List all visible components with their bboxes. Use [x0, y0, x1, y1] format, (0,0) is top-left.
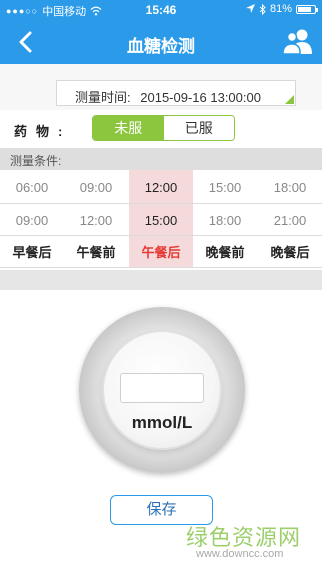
condition-start-time: 09:00	[79, 180, 113, 195]
medicine-option-not-taken[interactable]: 未服	[93, 116, 164, 140]
conditions-grid: 06:00 09:00 早餐后 09:00 12:00 午餐前 12:00 15…	[0, 170, 322, 268]
condition-name: 早餐后	[12, 245, 52, 260]
conditions-header: 测量条件:	[0, 148, 322, 170]
battery-fill	[298, 6, 311, 12]
condition-end-time: 09:00	[15, 213, 49, 228]
condition-name: 午餐前	[76, 245, 116, 260]
medicine-label: 药物:	[14, 124, 72, 139]
condition-name: 午餐后	[141, 245, 181, 260]
watermark-url: www.downcc.com	[196, 548, 284, 560]
measure-time-value: 2015-09-16 13:00:00	[140, 90, 261, 105]
condition-column[interactable]: 15:00 18:00 晚餐前	[193, 170, 257, 268]
condition-column-selected[interactable]: 12:00 15:00 午餐后	[129, 170, 193, 268]
bluetooth-icon	[259, 3, 266, 15]
condition-end-time: 12:00	[79, 213, 113, 228]
condition-end-time: 21:00	[273, 213, 307, 228]
condition-column[interactable]: 09:00 12:00 午餐前	[64, 170, 128, 268]
grid-divider	[0, 203, 322, 204]
measure-time-field[interactable]: 测量时间: 2015-09-16 13:00:00	[56, 80, 296, 106]
users-icon[interactable]	[282, 27, 314, 57]
section-separator	[0, 270, 322, 290]
glucose-value-input[interactable]	[120, 373, 204, 403]
measure-time-label: 测量时间:	[75, 90, 131, 105]
grid-divider	[0, 235, 322, 236]
status-bar: ●●●○○ 中国移动 15:46 81%	[0, 0, 322, 20]
watermark: 绿色资源网 www.downcc.com	[186, 520, 306, 566]
page-title: 血糖检测	[127, 37, 195, 56]
status-right: 81%	[245, 3, 318, 15]
condition-start-time: 15:00	[208, 180, 242, 195]
medicine-row: 药物: 未服 已服	[0, 110, 322, 146]
glucose-unit: mmol/L	[131, 413, 193, 432]
medicine-option-taken[interactable]: 已服	[163, 116, 234, 140]
grid-divider	[0, 267, 322, 268]
condition-end-time: 18:00	[208, 213, 242, 228]
condition-column[interactable]: 06:00 09:00 早餐后	[0, 170, 64, 268]
condition-column[interactable]: 18:00 21:00 晚餐后	[258, 170, 322, 268]
battery-percent: 81%	[269, 3, 292, 15]
condition-start-time: 12:00	[144, 180, 178, 195]
condition-name: 晚餐后	[270, 245, 310, 260]
location-icon	[245, 4, 255, 13]
measure-time-row: 测量时间: 2015-09-16 13:00:00	[0, 64, 322, 110]
battery-icon	[296, 4, 318, 14]
medicine-toggle: 未服 已服	[92, 115, 235, 141]
dropdown-corner-icon	[285, 95, 294, 104]
condition-end-time: 15:00	[144, 213, 178, 228]
glucose-dial: mmol/L	[79, 307, 245, 473]
condition-start-time: 18:00	[273, 180, 307, 195]
condition-start-time: 06:00	[15, 180, 49, 195]
condition-name: 晚餐前	[205, 245, 245, 260]
nav-bar: 血糖检测	[0, 20, 322, 64]
